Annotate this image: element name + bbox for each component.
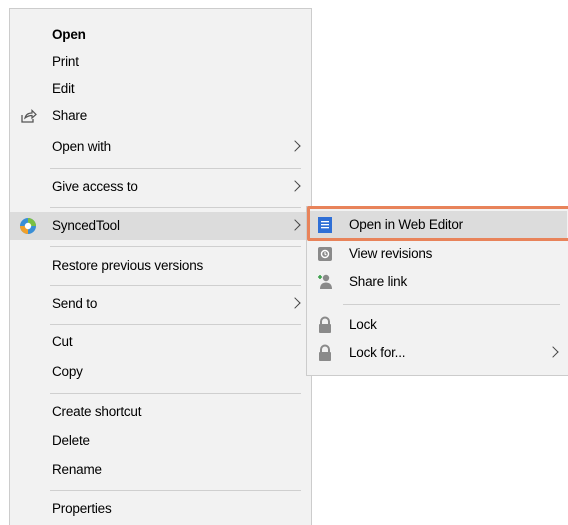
menu-separator <box>50 207 301 208</box>
submenu-item-view-revisions[interactable]: View revisions <box>307 242 567 266</box>
context-menu: Open Print Edit Share Open with Give acc… <box>9 8 312 525</box>
revisions-icon <box>316 245 334 263</box>
menu-item-label: Properties <box>52 501 112 516</box>
menu-item-label: Give access to <box>52 179 138 194</box>
menu-item-label: Edit <box>52 81 75 96</box>
callout-highlight <box>307 206 568 241</box>
lock-icon <box>316 344 334 362</box>
submenu-item-lock[interactable]: Lock <box>307 312 567 338</box>
chevron-right-icon <box>289 219 301 231</box>
menu-item-label: Open with <box>52 139 111 154</box>
menu-item-restore-versions[interactable]: Restore previous versions <box>10 252 311 280</box>
menu-separator <box>50 246 301 247</box>
lock-icon <box>316 316 334 334</box>
chevron-right-icon <box>289 180 301 192</box>
menu-item-label: Delete <box>52 433 90 448</box>
share-icon <box>19 107 37 125</box>
submenu-item-label: Lock for... <box>349 345 406 360</box>
menu-item-label: Copy <box>52 364 83 379</box>
menu-item-label: Print <box>52 54 79 69</box>
menu-separator <box>50 324 301 325</box>
menu-item-open-with[interactable]: Open with <box>10 133 311 161</box>
menu-item-delete[interactable]: Delete <box>10 427 311 455</box>
menu-item-cut[interactable]: Cut <box>10 328 311 356</box>
menu-separator <box>343 304 560 305</box>
menu-item-properties[interactable]: Properties <box>10 495 311 523</box>
menu-item-label: Share <box>52 108 88 123</box>
submenu-item-label: Lock <box>349 317 377 332</box>
menu-separator <box>50 168 301 169</box>
share-link-icon <box>316 273 334 291</box>
menu-item-edit[interactable]: Edit <box>10 75 311 103</box>
menu-item-send-to[interactable]: Send to <box>10 290 311 318</box>
menu-item-rename[interactable]: Rename <box>10 456 311 484</box>
menu-item-label: Cut <box>52 334 73 349</box>
menu-item-syncedtool[interactable]: SyncedTool <box>10 212 311 240</box>
menu-separator <box>50 285 301 286</box>
menu-separator <box>50 490 301 491</box>
menu-item-label: Create shortcut <box>52 404 142 419</box>
menu-item-copy[interactable]: Copy <box>10 358 311 386</box>
submenu-item-label: View revisions <box>349 246 433 261</box>
menu-item-open[interactable]: Open <box>10 21 311 49</box>
menu-separator <box>50 393 301 394</box>
chevron-right-icon <box>289 140 301 152</box>
menu-item-share[interactable]: Share <box>10 102 311 130</box>
menu-item-label: SyncedTool <box>52 218 120 233</box>
menu-item-label: Send to <box>52 296 98 311</box>
chevron-right-icon <box>289 297 301 309</box>
synced-tool-icon <box>19 217 37 235</box>
menu-item-create-shortcut[interactable]: Create shortcut <box>10 398 311 426</box>
submenu-item-lock-for[interactable]: Lock for... <box>307 340 567 366</box>
menu-item-print[interactable]: Print <box>10 48 311 76</box>
menu-item-label: Rename <box>52 462 102 477</box>
menu-item-label: Open <box>52 27 86 42</box>
menu-item-label: Restore previous versions <box>52 258 204 273</box>
menu-item-give-access[interactable]: Give access to <box>10 173 311 201</box>
submenu-item-share-link[interactable]: Share link <box>307 269 567 295</box>
submenu-item-label: Share link <box>349 274 408 289</box>
chevron-right-icon <box>547 346 559 358</box>
